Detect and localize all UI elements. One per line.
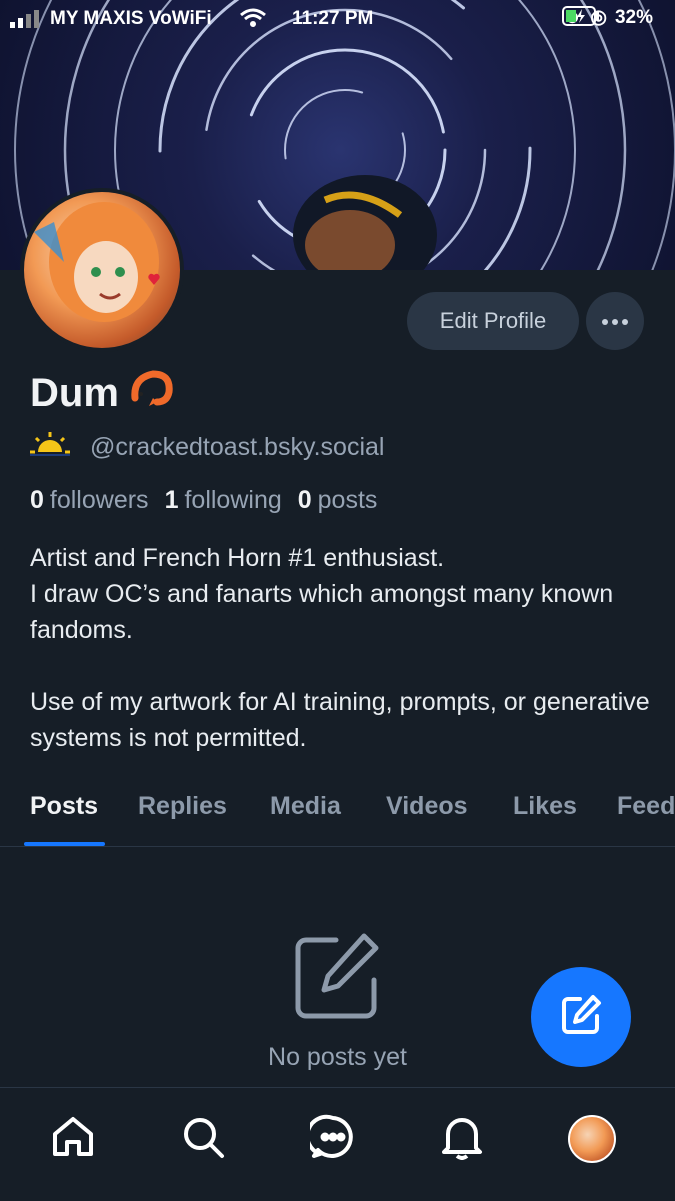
nav-profile[interactable]: [567, 1114, 617, 1164]
nav-search[interactable]: [178, 1114, 228, 1164]
compose-empty-icon: [292, 932, 382, 1027]
carrier-label: MY MAXIS VoWiFi: [50, 8, 212, 29]
bottom-nav: [0, 1087, 675, 1201]
avatar-art: [34, 202, 160, 322]
status-bar: MY MAXIS VoWiFi 11:27 PM ☻ ◎ 32%: [0, 0, 675, 36]
following-count: 1: [164, 486, 179, 514]
profile-stats: 0 followers 1 following 0 posts: [30, 486, 377, 515]
followers-count: 0: [30, 486, 44, 514]
chat-icon: [305, 1114, 356, 1165]
tab-likes[interactable]: Likes: [513, 792, 577, 821]
posts-label: posts: [317, 486, 378, 514]
profile-tabs: Posts Replies Media Videos Likes Feeds: [0, 780, 675, 847]
compose-icon: [560, 994, 602, 1041]
posts-count: 0: [297, 486, 312, 514]
home-icon: [50, 1114, 96, 1165]
nav-home[interactable]: [48, 1114, 98, 1164]
edit-profile-button[interactable]: Edit Profile: [407, 292, 579, 350]
display-name-row: Dum: [30, 368, 175, 418]
battery-percent: 32%: [614, 6, 653, 28]
posts-stat: 0 posts: [298, 486, 378, 515]
tab-media[interactable]: Media: [270, 792, 341, 821]
nav-chat[interactable]: [305, 1114, 358, 1165]
tab-posts[interactable]: Posts: [30, 792, 98, 821]
tab-feeds[interactable]: Feeds: [617, 792, 675, 821]
following-stat[interactable]: 1 following: [165, 486, 282, 515]
more-icon: [602, 312, 628, 330]
followers-stat[interactable]: 0 followers: [30, 486, 149, 515]
profile-handle[interactable]: @crackedtoast.bsky.social: [90, 433, 384, 462]
handle-row: @crackedtoast.bsky.social: [30, 432, 384, 463]
bell-icon: [439, 1114, 485, 1165]
followers-label: followers: [49, 486, 149, 514]
sun-icon: [30, 432, 70, 463]
more-options-button[interactable]: [586, 292, 644, 350]
nav-notifications[interactable]: [437, 1114, 487, 1164]
display-name: Dum: [30, 370, 119, 415]
following-label: following: [184, 486, 282, 514]
tab-videos[interactable]: Videos: [386, 792, 468, 821]
shrimp-emoji-icon: [129, 368, 175, 418]
compose-post-button[interactable]: [531, 967, 631, 1067]
profile-bio: Artist and French Horn #1 enthusiast. I …: [30, 544, 650, 752]
profile-avatar[interactable]: [20, 188, 184, 352]
tab-replies[interactable]: Replies: [138, 792, 227, 821]
status-time: 11:27 PM: [292, 8, 374, 29]
active-tab-indicator: [24, 842, 105, 846]
nav-avatar: [568, 1115, 616, 1163]
search-icon: [180, 1114, 226, 1165]
